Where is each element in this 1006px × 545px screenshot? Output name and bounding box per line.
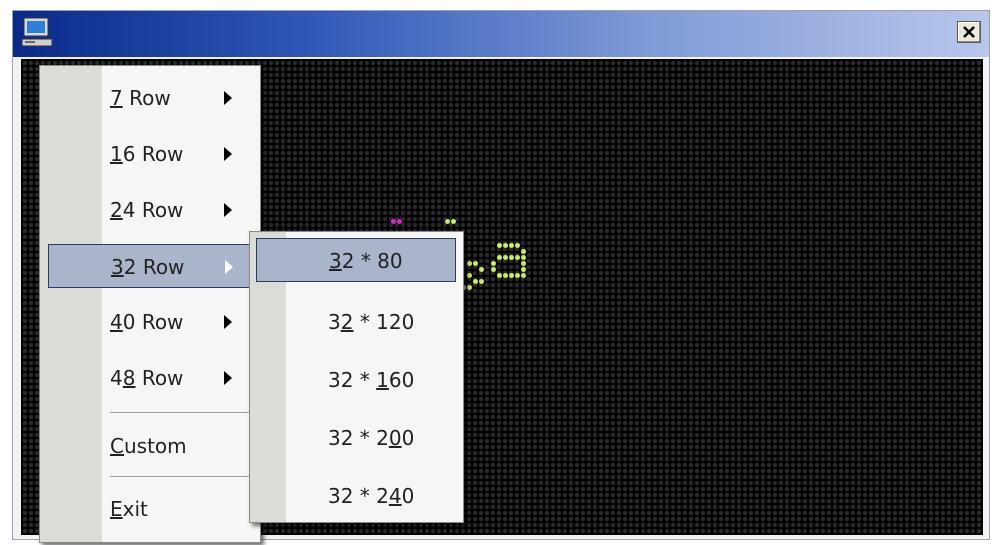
led-dot [503, 255, 508, 260]
submenu-item-32-80[interactable]: 32 * 80 [256, 238, 456, 282]
menu-separator [110, 412, 250, 413]
menu-item-exit[interactable]: Exit [40, 487, 260, 531]
led-dot [391, 219, 396, 224]
submenu-arrow-icon [225, 260, 233, 274]
led-dot [515, 243, 520, 248]
led-dot [521, 249, 526, 254]
menu-item-7-row[interactable]: 7 Row [40, 76, 260, 120]
led-dot [491, 261, 496, 266]
submenu-arrow-icon [224, 203, 232, 217]
close-button[interactable] [957, 21, 981, 43]
led-dot [397, 219, 402, 224]
led-dot [521, 261, 526, 266]
submenu-item-label: 32 * 200 [328, 426, 415, 450]
led-dot [503, 273, 508, 278]
led-dot [497, 273, 502, 278]
submenu-arrow-icon [224, 371, 232, 385]
led-dot [515, 255, 520, 260]
submenu-item-32-160[interactable]: 32 * 160 [250, 358, 463, 402]
led-dot [479, 267, 484, 272]
context-menu: 7 Row 16 Row 24 Row 32 Row 40 Row 48 Row Custo… [39, 65, 261, 543]
led-dot [515, 273, 520, 278]
led-dot [491, 267, 496, 272]
menu-item-16-row[interactable]: 16 Row [40, 132, 260, 176]
submenu-item-label: 32 * 160 [328, 368, 415, 392]
led-dot [473, 279, 478, 284]
led-dot [521, 273, 526, 278]
computer-icon[interactable] [21, 17, 55, 49]
submenu-item-32-200[interactable]: 32 * 200 [250, 416, 463, 460]
close-x-icon [963, 26, 975, 38]
menu-item-32-row[interactable]: 32 Row [48, 244, 253, 288]
led-dot [451, 219, 456, 224]
menu-item-label: 24 Row [110, 198, 184, 222]
led-dot [521, 267, 526, 272]
menu-item-48-row[interactable]: 48 Row [40, 356, 260, 400]
submenu-arrow-icon [224, 147, 232, 161]
menu-item-24-row[interactable]: 24 Row [40, 188, 260, 232]
led-dot [467, 261, 472, 266]
led-dot [467, 285, 472, 290]
led-dot [503, 243, 508, 248]
led-dot [467, 273, 472, 278]
menu-item-label: 32 Row [111, 255, 185, 279]
led-dot [509, 243, 514, 248]
led-dot [445, 219, 450, 224]
menu-separator [110, 476, 250, 477]
led-dot [479, 279, 484, 284]
submenu-item-label: 32 * 240 [328, 484, 415, 508]
submenu-item-32-240[interactable]: 32 * 240 [250, 474, 463, 518]
menu-item-label: Exit [110, 497, 148, 521]
led-dot [497, 243, 502, 248]
submenu-arrow-icon [224, 91, 232, 105]
submenu-arrow-icon [224, 315, 232, 329]
led-dot [509, 273, 514, 278]
menu-item-label: 48 Row [110, 366, 184, 390]
menu-item-custom[interactable]: Custom [40, 424, 260, 468]
app-window: 7 Row 16 Row 24 Row 32 Row 40 Row 48 Row Custo… [12, 10, 990, 543]
led-dot [497, 255, 502, 260]
menu-item-label: 16 Row [110, 142, 184, 166]
submenu-item-label: 32 * 120 [328, 310, 415, 334]
submenu-item-label: 32 * 80 [329, 249, 403, 273]
menu-item-40-row[interactable]: 40 Row [40, 300, 260, 344]
title-bar[interactable] [13, 11, 989, 57]
led-dot [473, 261, 478, 266]
menu-item-label: 40 Row [110, 310, 184, 334]
submenu-32-row: 32 * 80 32 * 120 32 * 160 32 * 200 32 * 240 [249, 231, 464, 523]
led-dot [521, 255, 526, 260]
led-dot [509, 255, 514, 260]
submenu-item-32-120[interactable]: 32 * 120 [250, 300, 463, 344]
menu-item-label: Custom [110, 434, 187, 458]
menu-item-label: 7 Row [110, 86, 171, 110]
